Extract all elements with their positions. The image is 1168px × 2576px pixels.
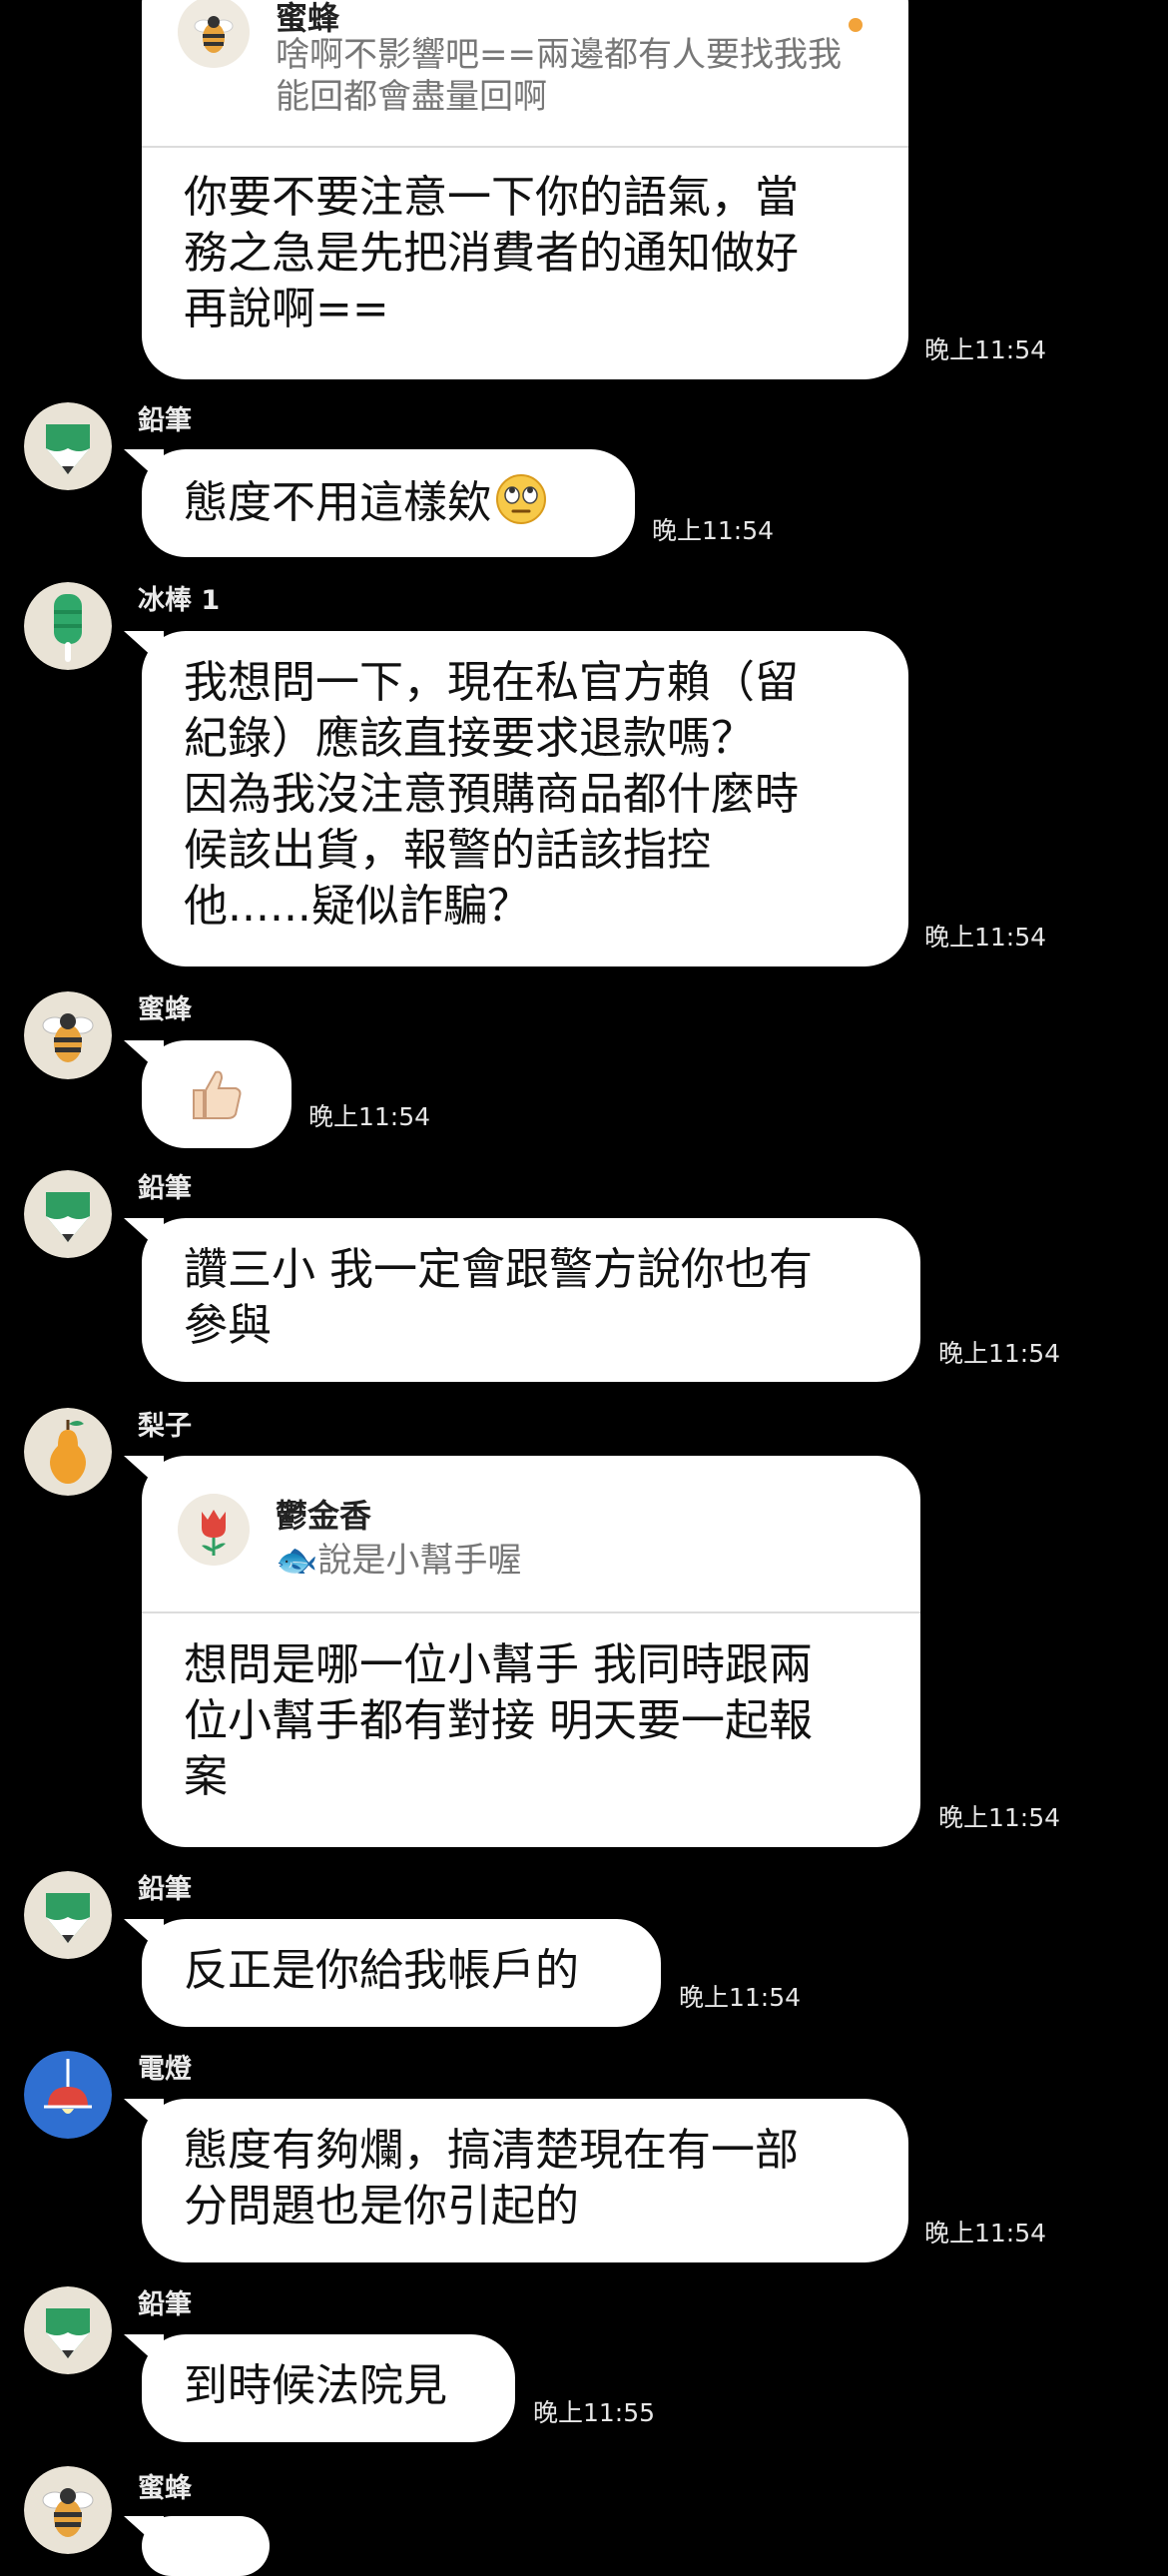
message-text: 因為我沒注意預購商品都什麼時 (184, 769, 799, 820)
timestamp: 晚上11:55 (533, 2398, 656, 2427)
popsicle-avatar[interactable] (24, 582, 112, 670)
message-bubble[interactable]: 到時候法院見 (142, 2334, 515, 2442)
reply-sender-name: 鬱金香 (276, 1497, 372, 1535)
timestamp: 晚上11:54 (924, 2219, 1047, 2248)
message-text: 態度有夠爛，搞清楚現在有一部 (184, 2125, 799, 2176)
sender-name: 蜜蜂 (138, 994, 192, 1025)
reply-text: 能回都會盡量回啊 (276, 77, 547, 117)
message-text: 態度不用這樣欸 (184, 473, 547, 531)
timestamp: 晚上11:54 (924, 923, 1047, 952)
timestamp: 晚上11:54 (924, 335, 1047, 364)
pencil-avatar[interactable] (24, 1170, 112, 1258)
bee-avatar[interactable] (24, 991, 112, 1079)
message-text: 位小幫手都有對接 明天要一起報 (184, 1695, 813, 1746)
message-text: 紀錄）應該直接要求退款嗎？ (184, 713, 755, 764)
message-text: 案 (184, 1751, 228, 1802)
pencil-avatar[interactable] (24, 2286, 112, 2374)
sender-name: 電燈 (138, 2054, 192, 2085)
sender-name: 鉛筆 (138, 405, 192, 436)
reply-text: 啥啊不影響吧==兩邊都有人要找我我 (276, 35, 842, 75)
rolling-eyes-emoji-icon (496, 474, 546, 524)
timestamp: 晚上11:54 (308, 1102, 431, 1131)
message-text: 你要不要注意一下你的語氣，當 (184, 172, 799, 223)
sender-name: 鉛筆 (138, 1173, 192, 1204)
message-text: 分問題也是你引起的 (184, 2181, 579, 2232)
sender-name: 鉛筆 (138, 2289, 192, 2320)
reply-text: 🐟說是小幫手喔 (276, 1541, 522, 1581)
timestamp: 晚上11:54 (938, 1339, 1061, 1368)
message-text: 反正是你給我帳戶的 (184, 1945, 579, 1996)
message-bubble[interactable] (142, 2516, 270, 2576)
message-text: 候該出貨，報警的話該指控 (184, 825, 711, 876)
bee-avatar (178, 0, 250, 68)
message-text: 務之急是先把消費者的通知做好 (184, 228, 799, 279)
reply-sender-name: 蜜蜂 (276, 0, 340, 37)
divider (142, 1611, 920, 1613)
message-text: 他......疑似詐騙？ (184, 881, 531, 932)
pear-avatar[interactable] (24, 1408, 112, 1496)
timestamp: 晚上11:54 (679, 1983, 802, 2012)
message-bubble[interactable]: 反正是你給我帳戶的 (142, 1919, 661, 2027)
divider (142, 146, 908, 148)
message-text: 態度不用這樣欸 (184, 477, 491, 528)
unread-dot (849, 18, 863, 32)
message-text: 讚三小 我一定會跟警方說你也有 (184, 1244, 813, 1295)
timestamp: 晚上11:54 (652, 516, 775, 545)
message-bubble[interactable]: 讚三小 我一定會跟警方說你也有 參與 (142, 1218, 920, 1382)
message-bubble[interactable]: 我想問一下，現在私官方賴（留 紀錄）應該直接要求退款嗎？ 因為我沒注意預購商品都… (142, 631, 908, 966)
message-bubble[interactable]: 態度不用這樣欸 (142, 449, 635, 557)
message-bubble[interactable]: 蜜蜂 啥啊不影響吧==兩邊都有人要找我我 能回都會盡量回啊 你要不要注意一下你的… (142, 0, 908, 379)
lamp-avatar[interactable] (24, 2051, 112, 2139)
sender-name: 梨子 (138, 1411, 192, 1442)
message-text: 想問是哪一位小幫手 我同時跟兩 (184, 1639, 813, 1690)
pencil-avatar[interactable] (24, 1871, 112, 1959)
bee-avatar[interactable] (24, 2466, 112, 2554)
pencil-avatar[interactable] (24, 402, 112, 490)
sender-name: 冰棒 1 (138, 585, 221, 616)
message-text: 我想問一下，現在私官方賴（留 (184, 657, 799, 708)
tulip-avatar (178, 1494, 250, 1566)
sender-name: 鉛筆 (138, 1874, 192, 1905)
message-text: 到時候法院見 (184, 2360, 447, 2411)
message-bubble[interactable]: 鬱金香 🐟說是小幫手喔 想問是哪一位小幫手 我同時跟兩 位小幫手都有對接 明天要… (142, 1456, 920, 1847)
sender-name: 蜜蜂 (138, 2473, 192, 2504)
message-text: 參與 (184, 1300, 272, 1351)
message-bubble[interactable]: 態度有夠爛，搞清楚現在有一部 分問題也是你引起的 (142, 2099, 908, 2262)
message-text: 再說啊== (184, 284, 389, 334)
timestamp: 晚上11:54 (938, 1803, 1061, 1832)
thumbs-up-icon (193, 1070, 242, 1119)
message-bubble[interactable] (142, 1040, 292, 1148)
